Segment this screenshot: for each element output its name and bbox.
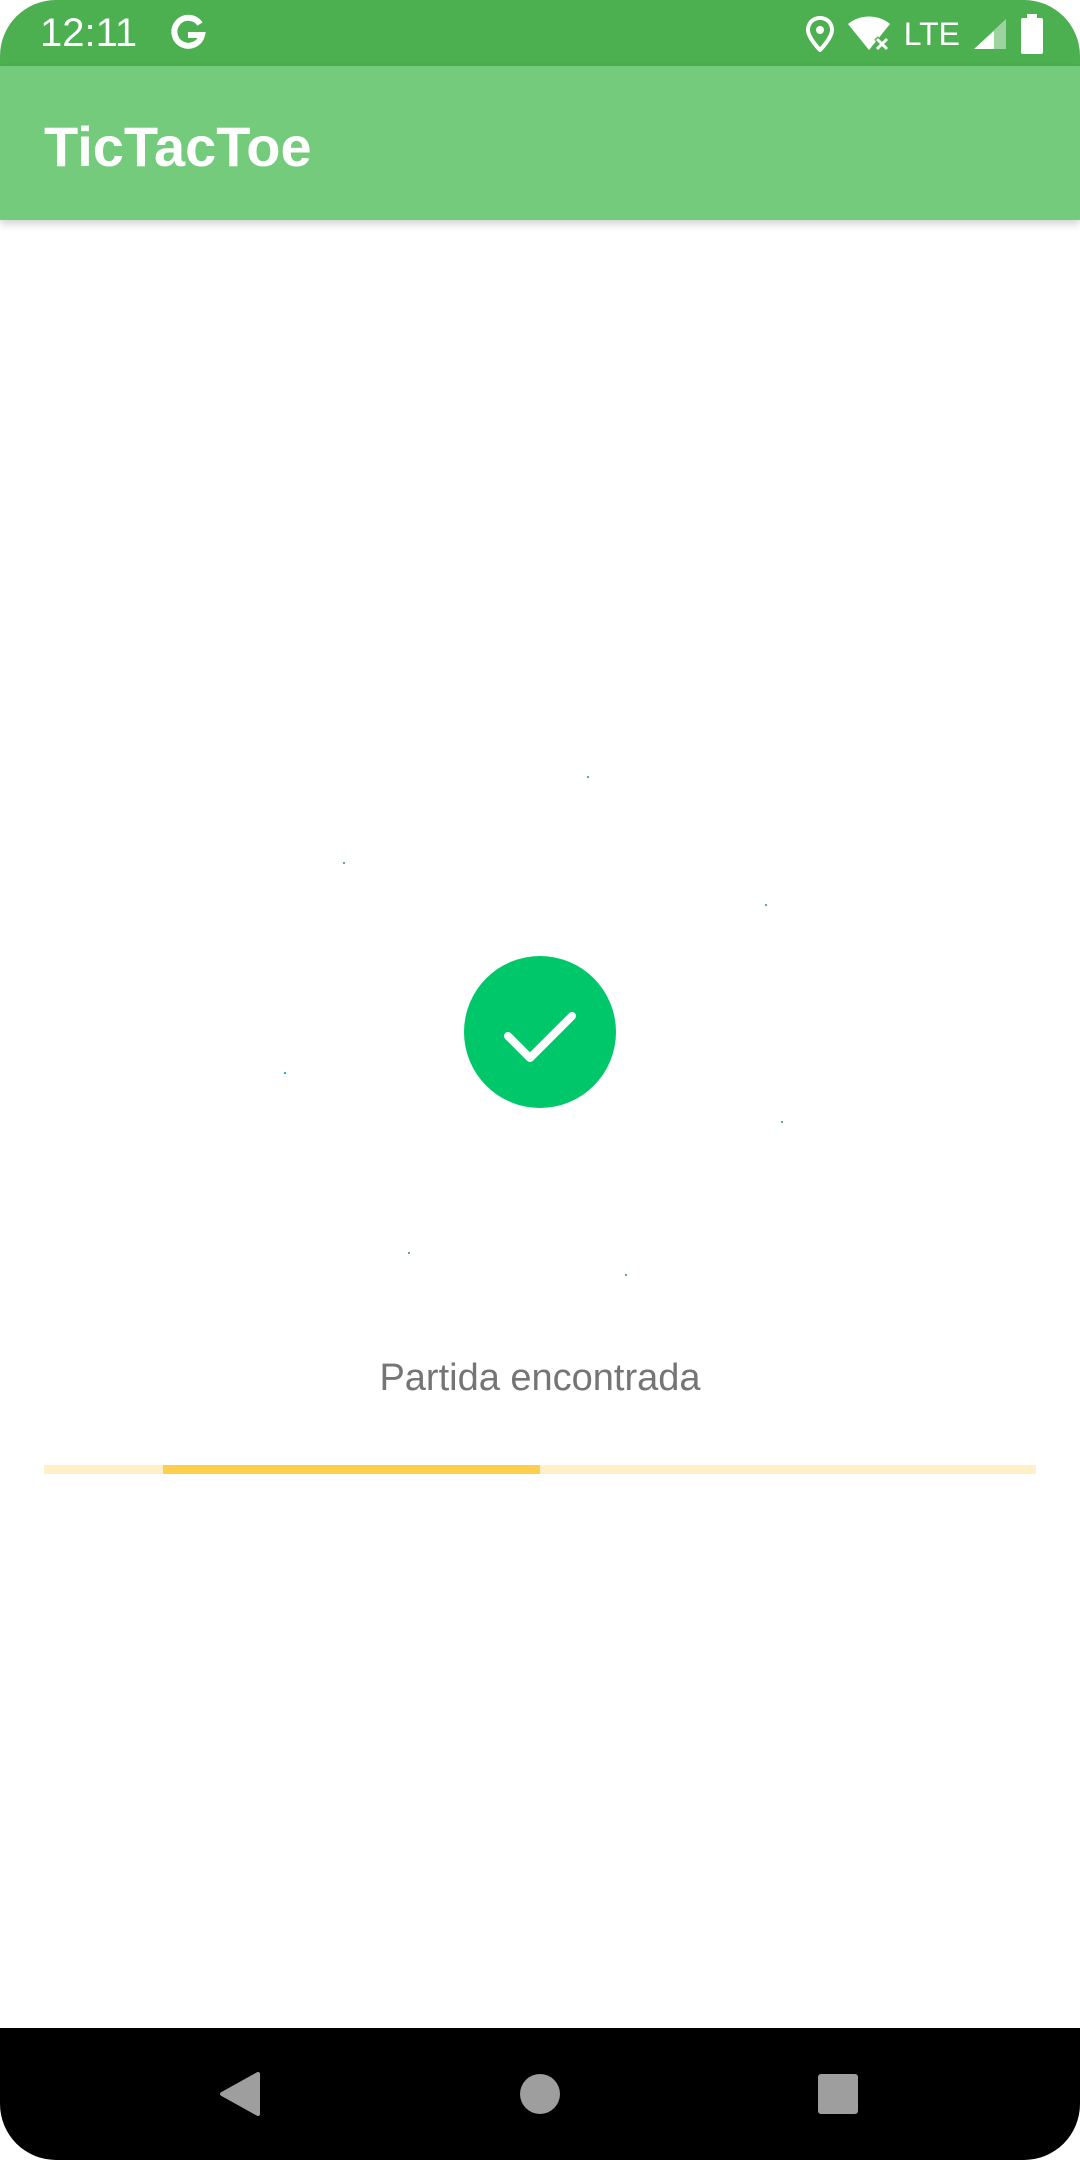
- app-title: TicTacToe: [44, 115, 312, 178]
- recents-button[interactable]: [802, 2058, 874, 2130]
- status-icons: LTE: [805, 12, 1044, 56]
- location-icon: [805, 16, 834, 52]
- home-icon: [520, 2074, 560, 2114]
- sparkle-dot: [284, 1072, 286, 1074]
- battery-icon: [1020, 14, 1044, 54]
- recents-icon: [818, 2074, 858, 2114]
- sparkle-dot: [625, 1274, 627, 1276]
- sparkle-dot: [781, 1121, 783, 1123]
- sparkle-dot: [343, 862, 345, 864]
- signal-icon: [972, 17, 1008, 51]
- wifi-off-icon: [846, 16, 892, 52]
- screen: 12:11 LTE TicTacToe Partida encontrada: [0, 0, 1080, 2160]
- progress-bar-fill: [163, 1465, 540, 1474]
- sparkle-dot: [765, 904, 767, 906]
- progress-bar: [44, 1465, 1036, 1474]
- match-status-text: Partida encontrada: [379, 1357, 701, 1399]
- sparkle-dot: [408, 1252, 410, 1254]
- navigation-bar: [0, 2028, 1080, 2160]
- sparkle-dot: [587, 776, 589, 778]
- app-bar: TicTacToe: [0, 66, 1080, 220]
- home-button[interactable]: [504, 2058, 576, 2130]
- google-icon: [168, 10, 208, 56]
- status-bar: 12:11 LTE: [0, 0, 1080, 66]
- checkmark-circle-icon: [464, 956, 616, 1108]
- back-button[interactable]: [204, 2058, 276, 2130]
- network-type: LTE: [903, 16, 960, 52]
- back-icon: [220, 2072, 260, 2116]
- status-time: 12:11: [40, 11, 138, 55]
